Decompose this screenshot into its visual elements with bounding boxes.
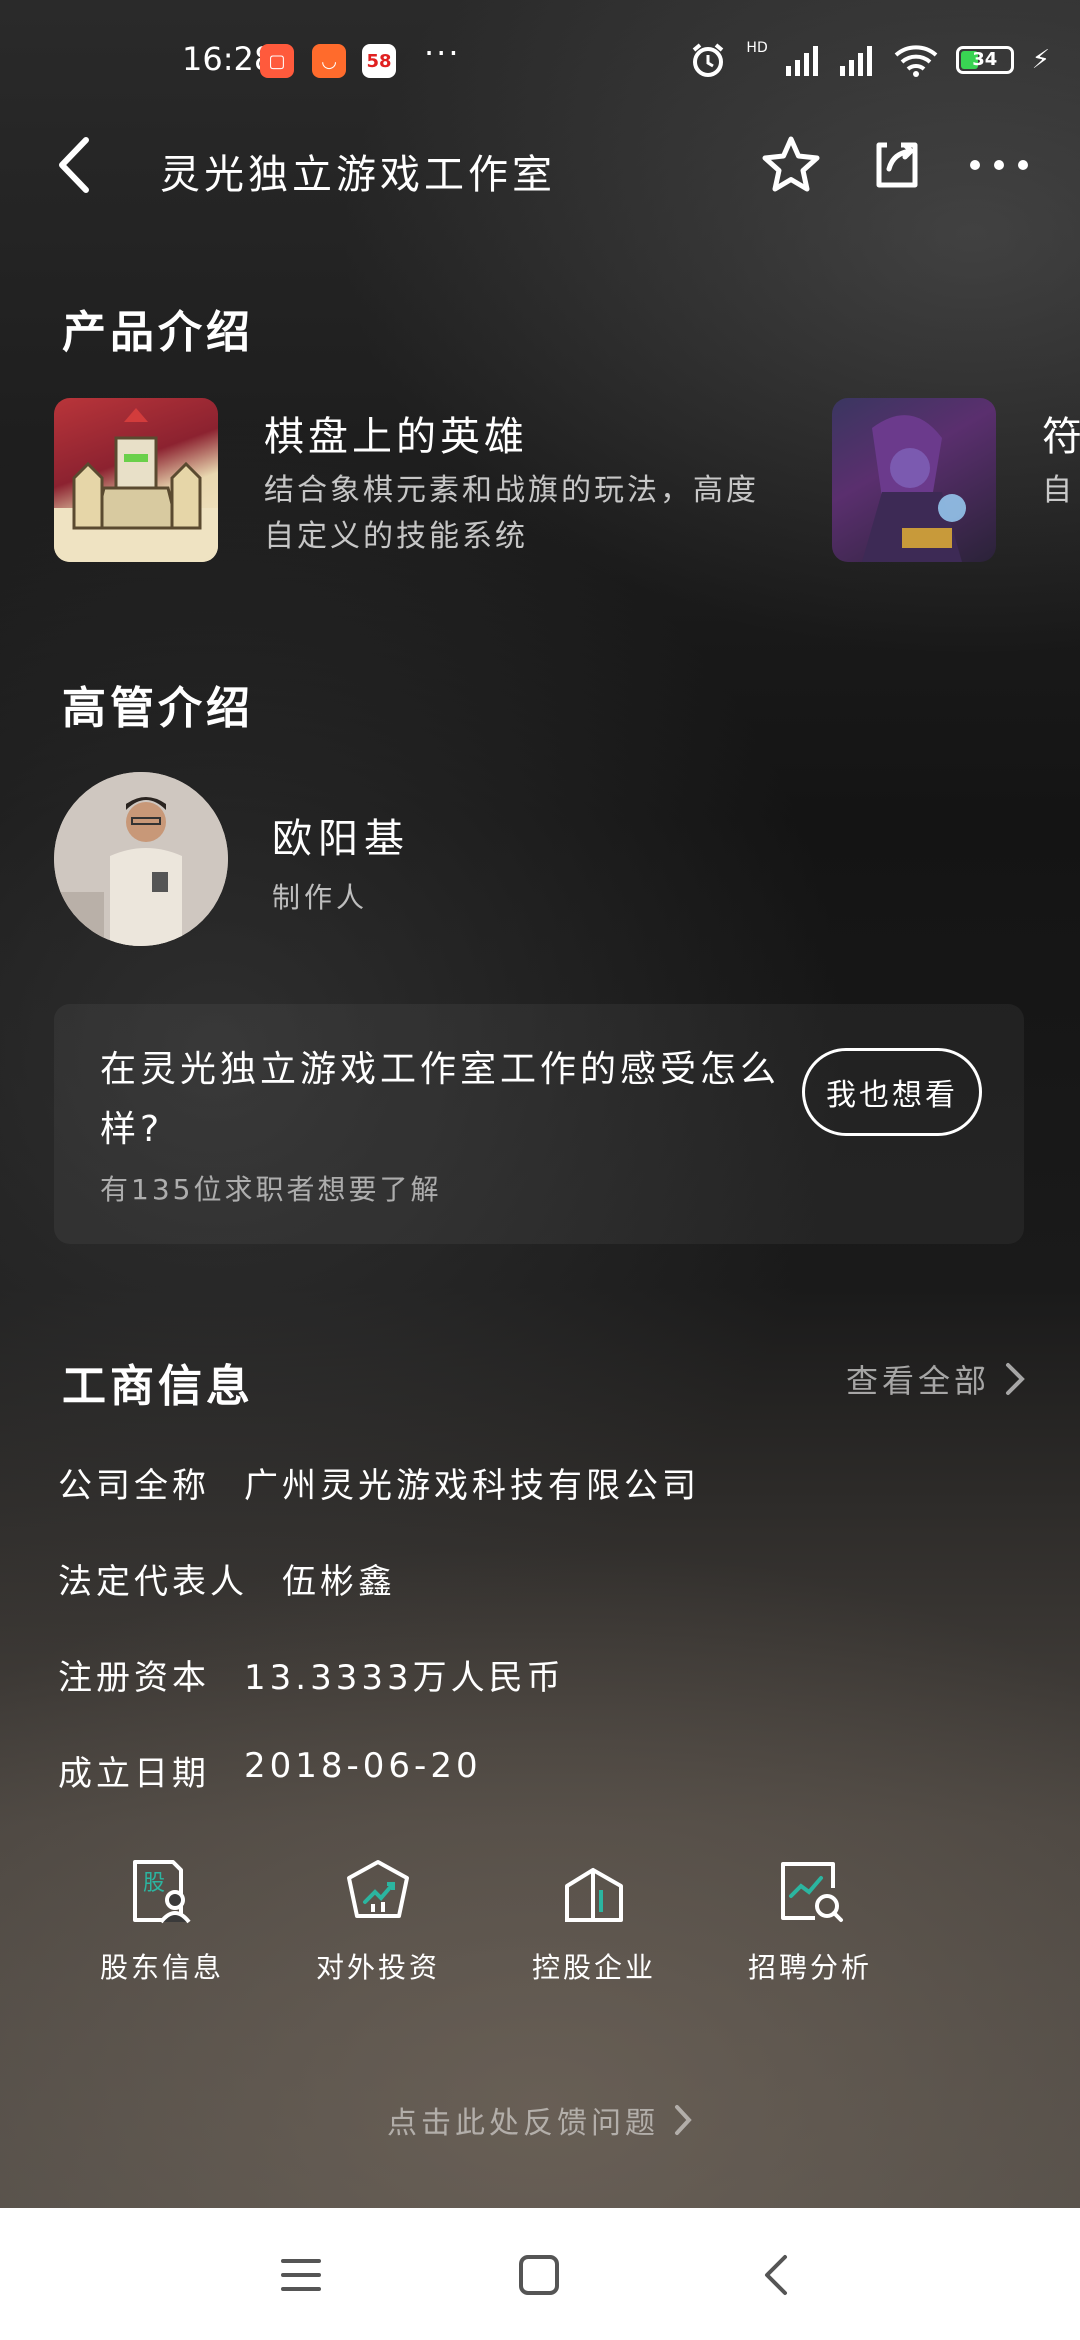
- product-name[interactable]: 棋盘上的英雄: [264, 404, 528, 462]
- more-notifications-icon: ···: [424, 34, 461, 72]
- charging-icon: ⚡: [1031, 45, 1050, 75]
- home-square-icon: [519, 2255, 559, 2295]
- info-row-founded: 成立日期 2018-06-20: [58, 1746, 482, 1795]
- more-button[interactable]: [964, 130, 1034, 200]
- want-to-see-button[interactable]: 我也想看: [802, 1048, 982, 1136]
- product-image-second[interactable]: [832, 398, 996, 562]
- star-icon: [762, 136, 820, 192]
- home-button[interactable]: [504, 2240, 574, 2310]
- mage-illustration: [862, 415, 966, 562]
- view-all-label: 查看全部: [845, 1362, 990, 1400]
- info-row-legal-rep: 法定代表人 伍彬鑫: [58, 1554, 396, 1603]
- chess-knight-illustration: [54, 408, 218, 562]
- info-value[interactable]: 广州灵光游戏科技有限公司: [244, 1458, 700, 1507]
- app-notification-icon: ▢: [260, 44, 294, 78]
- investment-button[interactable]: 对外投资: [288, 1856, 468, 1986]
- info-label: 法定代表人: [58, 1562, 248, 1602]
- info-label: 公司全称: [58, 1466, 210, 1506]
- product-name[interactable]: 符: [1042, 404, 1080, 462]
- chevron-right-icon: [1006, 1363, 1025, 1395]
- feedback-link[interactable]: 点击此处反馈问题: [0, 2098, 1080, 2142]
- info-row-company-name: 公司全称 广州灵光游戏科技有限公司: [58, 1458, 700, 1507]
- product-description: 自: [1042, 473, 1075, 508]
- more-dots-icon: [970, 160, 1028, 170]
- quick-action-label: 股东信息: [99, 1951, 224, 1984]
- business-section-title: 工商信息: [62, 1361, 254, 1412]
- menu-icon: [281, 2259, 321, 2291]
- investment-icon: [347, 1860, 409, 1918]
- back-button[interactable]: [44, 130, 104, 200]
- status-indicators: HD 34 ⚡: [688, 40, 1050, 80]
- app-58-icon: 58: [362, 44, 396, 78]
- info-value: 2018-06-20: [244, 1746, 482, 1786]
- wifi-icon: [894, 45, 938, 77]
- recruit-analysis-icon: [781, 1862, 843, 1922]
- info-row-capital: 注册资本 13.3333万人民币: [58, 1650, 565, 1699]
- info-value: 13.3333万人民币: [244, 1658, 565, 1698]
- recruit-analysis-button[interactable]: 招聘分析: [720, 1856, 900, 1986]
- holding-icon: [565, 1868, 623, 1922]
- info-value[interactable]: 伍彬鑫: [282, 1554, 396, 1603]
- person-photo: [54, 772, 228, 946]
- executive-avatar[interactable]: [54, 772, 228, 946]
- shareholder-icon-glyph: 股: [143, 1871, 165, 1896]
- back-arrow-icon: [59, 137, 89, 193]
- executive-name[interactable]: 欧阳基: [272, 806, 410, 864]
- executives-section-title: 高管介绍: [62, 683, 254, 734]
- info-label: 注册资本: [58, 1658, 210, 1698]
- executive-role: 制作人: [272, 881, 369, 914]
- product-description: 结合象棋元素和战旗的玩法，高度自定义的技能系统: [264, 473, 759, 554]
- battery-icon: 34: [955, 46, 1014, 74]
- back-triangle-icon: [765, 2255, 787, 2295]
- signal-hd-label: HD: [746, 40, 768, 56]
- holding-companies-button[interactable]: 控股企业: [504, 1856, 684, 1986]
- favorite-button[interactable]: [756, 130, 826, 200]
- quick-action-label: 招聘分析: [747, 1951, 872, 1984]
- product-image-chess-heroes[interactable]: [54, 398, 218, 562]
- status-bar: 16:28 ▢ ◡ 58 ··· HD 34 ⚡: [0, 0, 1080, 120]
- page-title: 灵光独立游戏工作室: [160, 152, 556, 198]
- view-all-link[interactable]: 查看全部: [846, 1356, 1026, 1402]
- signal-icon-1: [785, 46, 818, 76]
- info-label: 成立日期: [58, 1754, 210, 1794]
- work-experience-question: 在灵光独立游戏工作室工作的感受怎么样?: [100, 1049, 781, 1150]
- alarm-icon: [693, 43, 724, 77]
- taobao-notification-icon: ◡: [312, 44, 346, 78]
- work-experience-count: 有135位求职者想要了解: [100, 1173, 442, 1206]
- shareholder-icon: 股: [133, 1860, 191, 1924]
- quick-action-label: 控股企业: [531, 1951, 656, 1984]
- battery-level: 34: [972, 49, 998, 70]
- signal-icon-2: [839, 46, 872, 76]
- shareholder-info-button[interactable]: 股 股东信息: [72, 1856, 252, 1986]
- chevron-right-icon: [675, 2105, 692, 2135]
- share-icon: [876, 142, 918, 188]
- products-section-title: 产品介绍: [62, 307, 254, 358]
- feedback-label: 点击此处反馈问题: [387, 2106, 659, 2141]
- share-button[interactable]: [862, 130, 932, 200]
- recent-apps-button[interactable]: [266, 2240, 336, 2310]
- system-back-button[interactable]: [742, 2240, 812, 2310]
- quick-action-label: 对外投资: [315, 1951, 440, 1984]
